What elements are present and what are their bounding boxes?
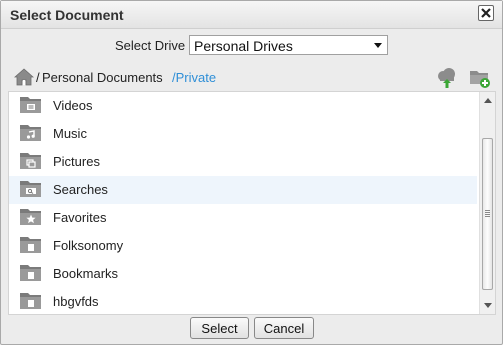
- dialog-titlebar[interactable]: Select Document: [1, 1, 502, 29]
- list-item-label: Bookmarks: [53, 266, 119, 281]
- close-button[interactable]: [478, 5, 494, 21]
- drive-select-value: Personal Drives: [194, 38, 293, 54]
- scrollbar-grip: [485, 210, 490, 211]
- list-item-music[interactable]: Music: [9, 120, 477, 148]
- scroll-down-arrow-icon[interactable]: [484, 303, 492, 308]
- list-item-folksonomy[interactable]: Folksonomy: [9, 232, 477, 260]
- scrollbar-grip: [485, 212, 490, 213]
- list-item-hbgvfds[interactable]: hbgvfds: [9, 288, 477, 314]
- pictures-folder-icon: [20, 153, 41, 169]
- drive-select[interactable]: Personal Drives: [189, 35, 388, 55]
- new-folder-icon[interactable]: [469, 67, 491, 89]
- list-item-pictures[interactable]: Pictures: [9, 148, 477, 176]
- drive-label: Select Drive: [115, 38, 186, 53]
- scrollbar-grip: [485, 214, 490, 215]
- folder-icon: [20, 265, 41, 281]
- list-item-favorites[interactable]: Favorites: [9, 204, 477, 232]
- breadcrumb-current[interactable]: /Private: [172, 70, 216, 85]
- breadcrumb-parent[interactable]: Personal Documents: [42, 70, 163, 85]
- folder-icon: [20, 237, 41, 253]
- close-icon: [481, 8, 491, 18]
- breadcrumb-separator: /: [36, 70, 40, 85]
- list-item-label: Searches: [53, 182, 108, 197]
- scrollbar-grip: [485, 216, 490, 217]
- scroll-up-arrow-icon[interactable]: [484, 98, 492, 103]
- music-folder-icon: [20, 125, 41, 141]
- select-button[interactable]: Select: [190, 317, 249, 339]
- list-item-label: Favorites: [53, 210, 107, 225]
- list-item-label: Videos: [53, 98, 93, 113]
- list-item-searches[interactable]: Searches: [9, 176, 477, 204]
- dialog-title: Select Document: [10, 7, 124, 23]
- search-folder-icon: [20, 181, 41, 197]
- list-item-videos[interactable]: Videos: [9, 92, 477, 120]
- breadcrumb: / Personal Documents /Private: [1, 67, 502, 89]
- cloud-upload-icon[interactable]: [436, 67, 458, 89]
- list-item-label: Folksonomy: [53, 238, 124, 253]
- video-folder-icon: [20, 97, 41, 113]
- folder-icon: [20, 293, 41, 309]
- favorites-folder-icon: [20, 209, 41, 225]
- list-item-label: hbgvfds: [53, 294, 99, 309]
- drive-row: Select Drive Personal Drives: [1, 34, 502, 56]
- list-item-bookmarks[interactable]: Bookmarks: [9, 260, 477, 288]
- list-item-label: Music: [53, 126, 87, 141]
- list-item-label: Pictures: [53, 154, 100, 169]
- chevron-down-icon: [374, 43, 382, 48]
- select-document-dialog: Select Document Select Drive Personal Dr…: [0, 0, 503, 345]
- home-icon[interactable]: [14, 68, 34, 86]
- scrollbar-thumb[interactable]: [482, 138, 493, 290]
- cancel-button[interactable]: Cancel: [254, 317, 314, 339]
- vertical-scrollbar[interactable]: [479, 92, 495, 314]
- folder-list[interactable]: Videos Music Pictures Searches Favorites…: [8, 91, 496, 315]
